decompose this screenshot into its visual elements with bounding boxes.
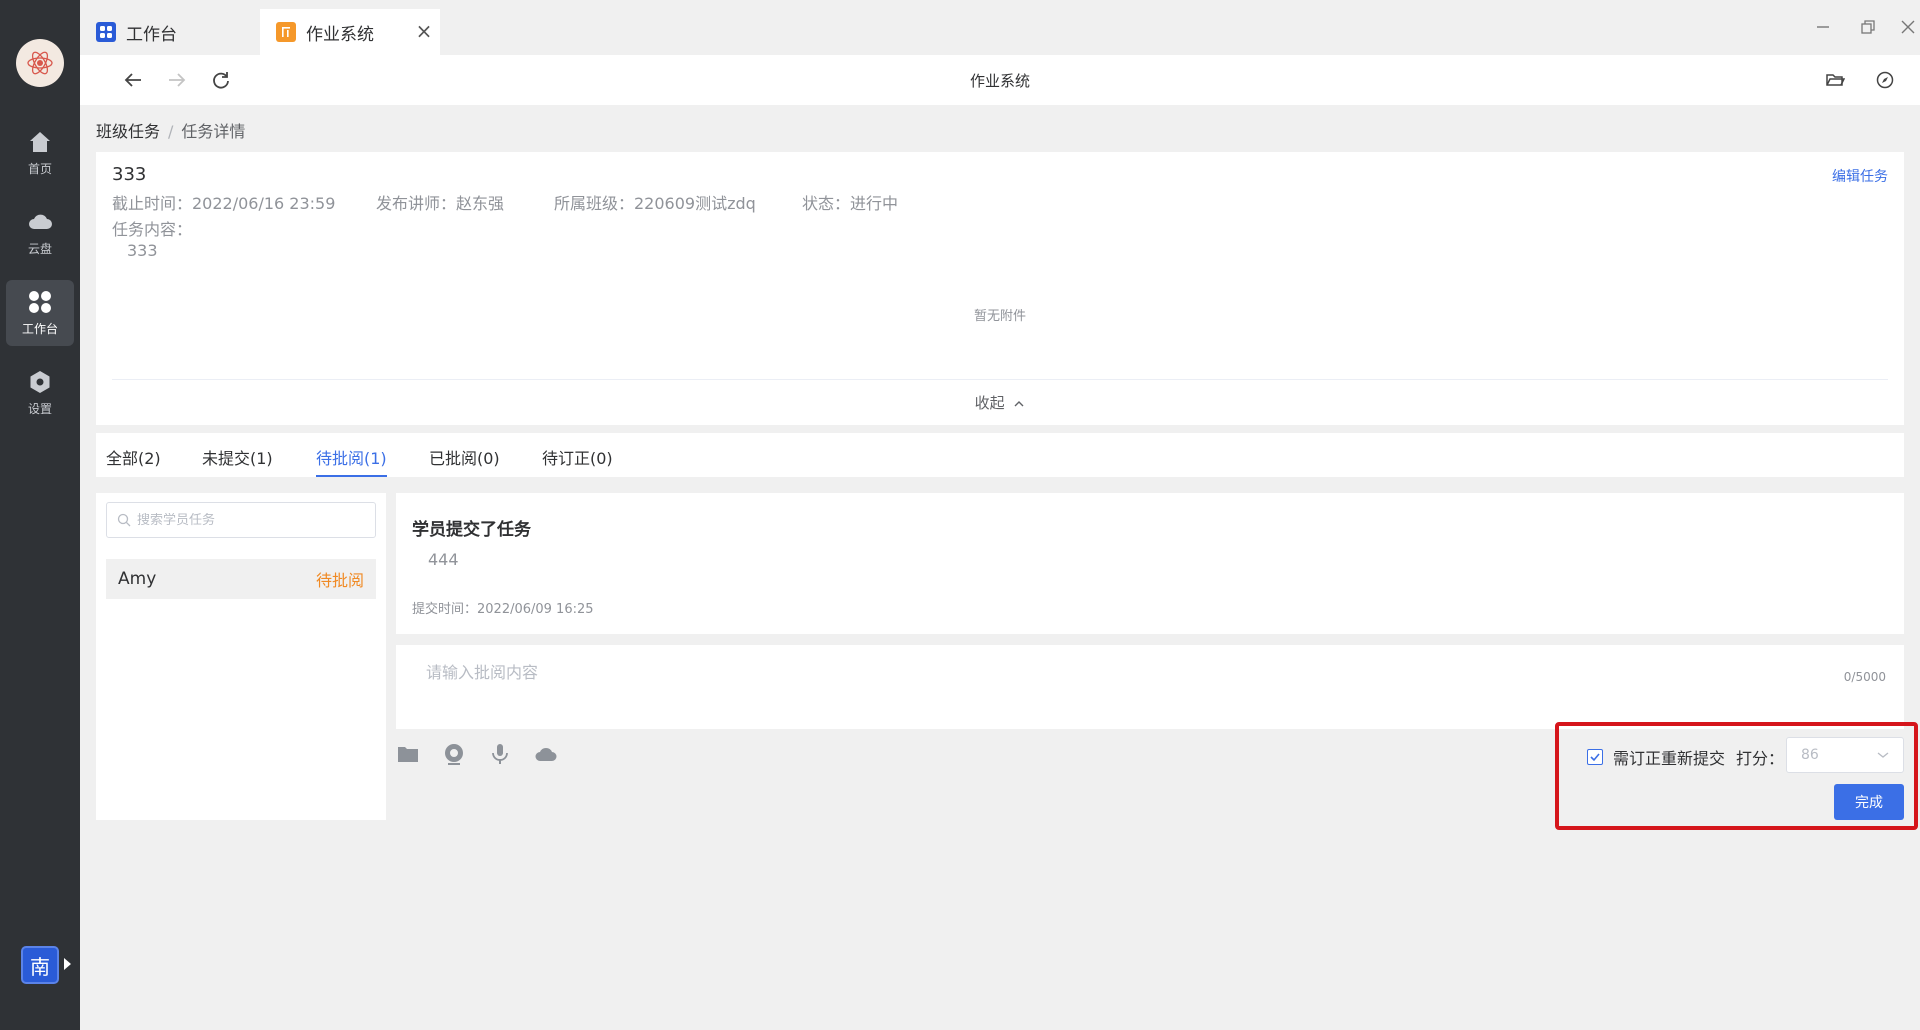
rail-item-label: 云盘: [27, 241, 52, 256]
rail-item-label: 设置: [27, 401, 52, 416]
collapse-label: 收起: [974, 394, 1005, 412]
window-close-icon[interactable]: [1899, 18, 1917, 36]
tab-workbench[interactable]: 工作台: [80, 9, 260, 55]
student-list-item[interactable]: Amy 待批阅: [106, 559, 376, 599]
home-icon: [30, 131, 50, 152]
address-bar: 作业系统: [80, 55, 1920, 105]
rail-item-settings[interactable]: 设置: [6, 360, 74, 426]
task-detail-card: 333 编辑任务 截止时间：2022/06/16 23:59 发布讲师：赵东强 …: [96, 152, 1904, 425]
search-icon: [117, 513, 131, 527]
folder-icon[interactable]: [396, 742, 420, 766]
divider: [112, 379, 1888, 380]
resubmit-label: 需订正重新提交: [1613, 749, 1726, 768]
attachment-toolbar: [396, 742, 558, 772]
user-avatar[interactable]: 南: [21, 946, 59, 984]
rail-item-home[interactable]: 首页: [6, 120, 74, 186]
task-class: 所属班级：220609测试zdq: [554, 194, 756, 213]
minimize-icon[interactable]: [1814, 18, 1832, 36]
task-teacher: 发布讲师：赵东强: [376, 194, 505, 213]
search-input[interactable]: [137, 512, 367, 528]
camera-icon[interactable]: [442, 742, 466, 766]
done-button[interactable]: 完成: [1834, 784, 1904, 820]
breadcrumb-current: 任务详情: [181, 122, 246, 141]
filter-tab-reviewed[interactable]: 已批阅(0): [429, 445, 500, 469]
submission-heading: 学员提交了任务: [412, 520, 531, 540]
expand-arrow-icon[interactable]: [64, 958, 71, 970]
filter-tab-pending-review[interactable]: 待批阅(1): [316, 445, 387, 477]
chevron-down-icon: [1877, 752, 1889, 758]
rail-item-cloud[interactable]: 云盘: [6, 200, 74, 266]
filter-tab-pending-correction[interactable]: 待订正(0): [542, 445, 613, 469]
submission-panel: 学员提交了任务 444 提交时间：2022/06/09 16:25: [396, 493, 1904, 634]
edit-task-link[interactable]: 编辑任务: [1832, 166, 1888, 186]
cloud-icon: [29, 214, 52, 229]
task-content: 333: [127, 241, 158, 260]
rail-item-label: 首页: [27, 161, 52, 176]
chevron-up-icon: [1014, 400, 1024, 406]
task-deadline: 截止时间：2022/06/16 23:59: [112, 194, 336, 213]
settings-icon: [30, 370, 50, 393]
tab-label: 作业系统: [306, 24, 374, 45]
breadcrumb-separator: /: [168, 122, 174, 141]
score-select[interactable]: 86: [1786, 737, 1904, 773]
student-list-panel: Amy 待批阅: [96, 493, 386, 820]
review-textarea[interactable]: [426, 659, 1726, 715]
folder-open-icon[interactable]: [1822, 67, 1848, 93]
rail-item-workbench[interactable]: 工作台: [6, 280, 74, 346]
restore-icon[interactable]: [1859, 18, 1877, 36]
student-status: 待批阅: [315, 571, 364, 590]
resubmit-checkbox[interactable]: 需订正重新提交: [1587, 745, 1725, 769]
collapse-button[interactable]: 收起: [96, 392, 1904, 413]
page-title: 作业系统: [969, 72, 1030, 90]
tab-label: 工作台: [126, 24, 177, 45]
workbench-icon: [96, 22, 116, 42]
breadcrumb-parent[interactable]: 班级任务: [96, 122, 160, 141]
task-content-label: 任务内容：: [112, 220, 193, 239]
no-attachment-text: 暂无附件: [973, 309, 1026, 324]
filter-tab-not-submitted[interactable]: 未提交(1): [202, 445, 273, 469]
app-logo[interactable]: [16, 39, 64, 87]
task-name: 333: [112, 164, 147, 185]
score-label: 打分：: [1736, 749, 1785, 768]
submission-time: 提交时间：2022/06/09 16:25: [412, 602, 594, 617]
grid-icon: [29, 290, 51, 313]
filter-tab-all[interactable]: 全部(2): [106, 445, 161, 469]
review-panel: 0/5000: [396, 645, 1904, 729]
character-count: 0/5000: [1843, 670, 1886, 684]
submission-content: 444: [428, 550, 459, 569]
cloud-upload-icon[interactable]: [534, 742, 558, 766]
checkbox-checked-icon[interactable]: [1587, 749, 1603, 765]
student-search[interactable]: [106, 502, 376, 538]
tab-homework-system[interactable]: 作业系统 ×: [260, 9, 440, 55]
atom-logo-icon: [27, 51, 53, 75]
compass-icon[interactable]: [1872, 67, 1898, 93]
microphone-icon[interactable]: [488, 742, 512, 766]
homework-app-icon: [276, 22, 296, 42]
tab-bar: 工作台 作业系统 ×: [80, 0, 1920, 55]
score-value: 86: [1801, 747, 1819, 763]
student-name: Amy: [118, 569, 157, 589]
task-status: 状态：进行中: [802, 194, 899, 213]
breadcrumb: 班级任务 / 任务详情: [96, 118, 245, 142]
close-icon[interactable]: ×: [414, 21, 434, 41]
left-rail: 首页 云盘 工作台 设置 南: [0, 0, 80, 1030]
status-filter-tabs: 全部(2) 未提交(1) 待批阅(1) 已批阅(0) 待订正(0): [96, 433, 1904, 477]
rail-item-label: 工作台: [21, 321, 58, 336]
